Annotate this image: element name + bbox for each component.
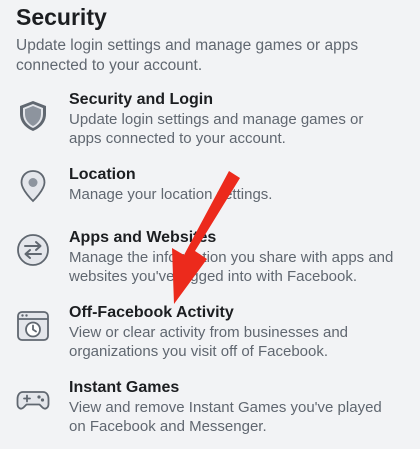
settings-item-description: View and remove Instant Games you've pla… <box>69 399 382 435</box>
security-section-description: Update login settings and manage games o… <box>16 37 359 74</box>
settings-item-title: Off-Facebook Activity <box>69 304 234 321</box>
settings-item-title: Location <box>69 166 136 183</box>
location-pin-icon <box>16 169 50 203</box>
security-section-title: Security <box>16 4 107 30</box>
settings-item-location[interactable]: Location Manage your location settings. <box>0 166 420 236</box>
settings-item-description: View or clear activity from businesses a… <box>69 324 349 360</box>
settings-item-title: Security and Login <box>69 91 214 108</box>
activity-history-icon <box>16 309 50 343</box>
settings-item-apps-and-websites[interactable]: Apps and Websites Manage the information… <box>0 229 420 299</box>
settings-item-title: Apps and Websites <box>69 229 217 246</box>
settings-item-description: Manage your location settings. <box>69 186 273 203</box>
settings-item-instant-games[interactable]: Instant Games View and remove Instant Ga… <box>0 379 420 449</box>
settings-item-title: Instant Games <box>69 379 180 396</box>
settings-item-description: Update login settings and manage games o… <box>69 111 364 147</box>
shield-icon <box>16 99 50 133</box>
settings-item-description: Manage the information you share with ap… <box>69 249 394 285</box>
game-controller-icon <box>16 383 50 417</box>
settings-item-security-and-login[interactable]: Security and Login Update login settings… <box>0 91 420 161</box>
apps-websites-icon <box>16 233 50 267</box>
settings-item-off-facebook-activity[interactable]: Off-Facebook Activity View or clear acti… <box>0 304 420 374</box>
